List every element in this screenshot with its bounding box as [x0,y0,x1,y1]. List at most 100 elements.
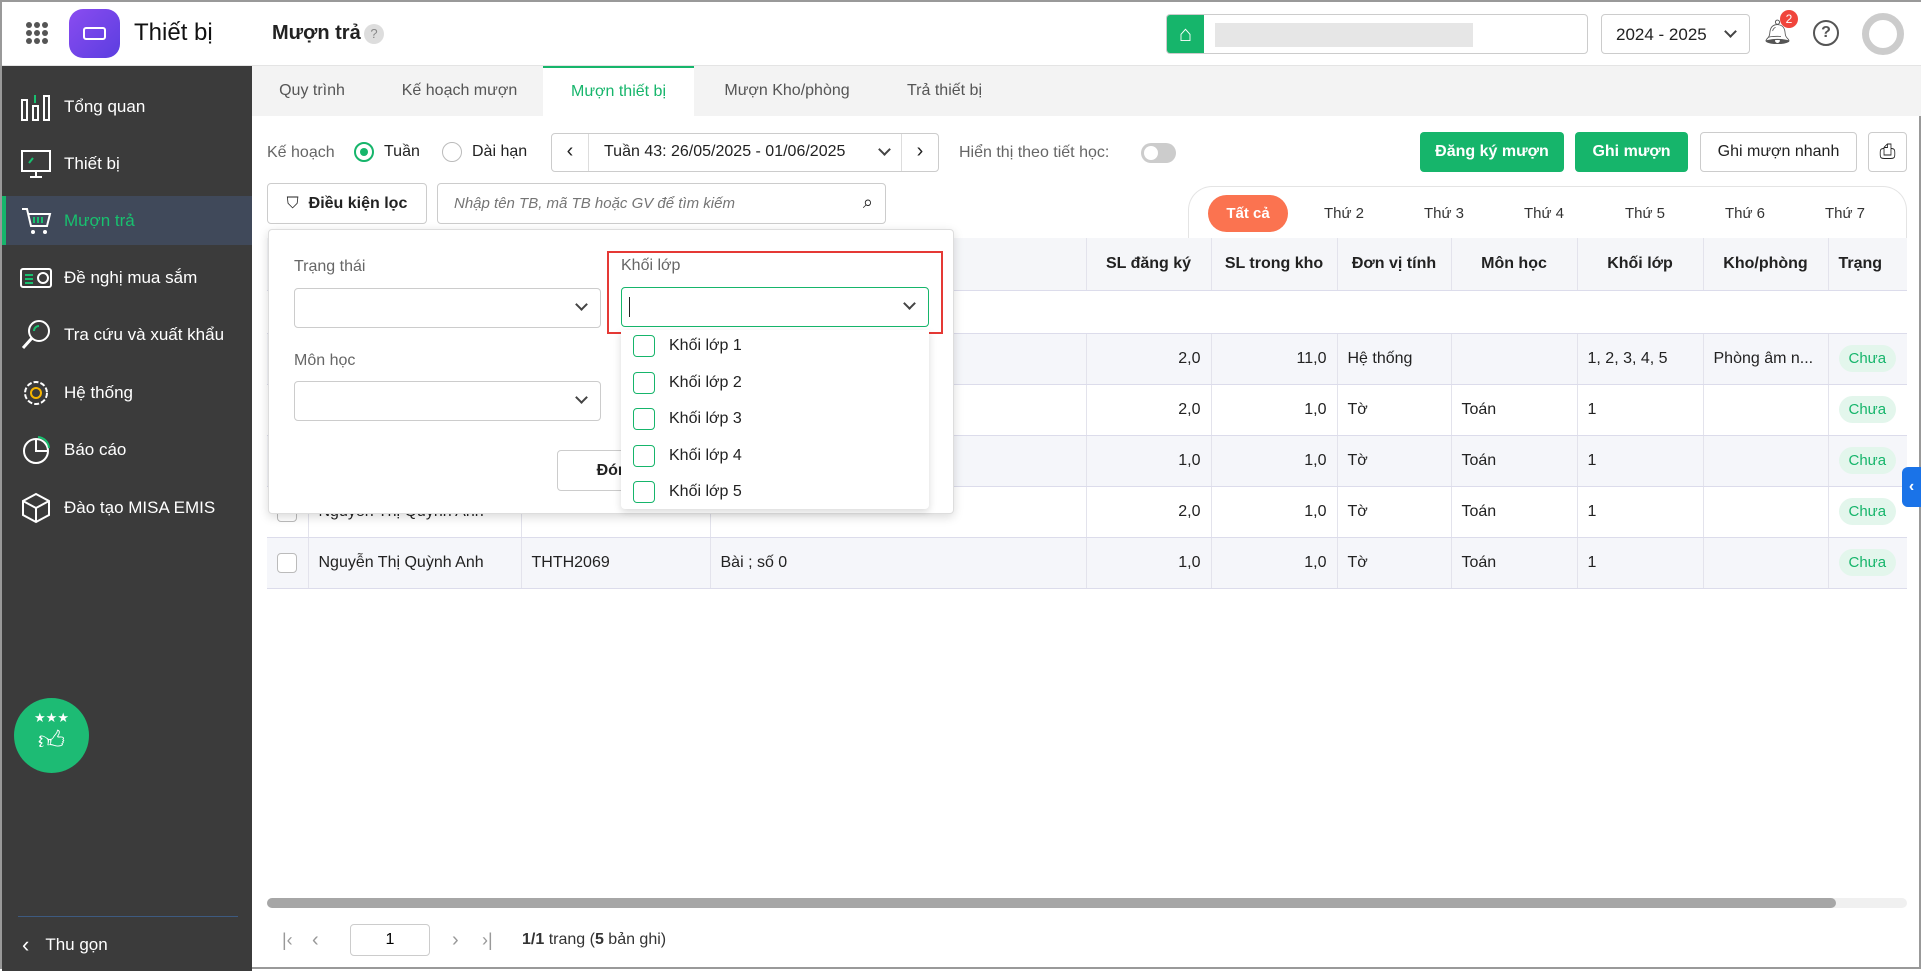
grade-option[interactable]: Khối lớp 2 [633,371,742,394]
checkbox-icon[interactable] [633,444,655,467]
checkbox[interactable] [277,552,297,573]
checkbox-icon[interactable] [633,335,655,357]
grade: 1 [1577,537,1704,589]
prev-week-button[interactable]: ‹ [552,134,589,171]
tab-borrow-equipment[interactable]: Mượn thiết bị [543,66,694,116]
sidebar-item-system[interactable]: Hệ thống [2,368,252,418]
unit: Tờ [1337,384,1452,436]
horizontal-scrollbar[interactable] [267,898,1907,908]
col-registered-qty[interactable]: SL đăng ký [1086,238,1212,291]
day-tab-all[interactable]: Tất cả [1208,195,1288,232]
print-button[interactable]: ⎙ [1868,132,1907,172]
help-badge[interactable]: ? [364,24,384,44]
grade-option[interactable]: Khối lớp 1 [633,335,742,357]
unit: Tờ [1337,537,1452,589]
room [1703,486,1829,538]
school-selector[interactable]: ⌂ [1166,14,1588,54]
status-badge: Chưa [1838,396,1897,423]
school-year-select[interactable]: 2024 - 2025 [1601,14,1750,54]
week-select[interactable]: Tuần 43: 26/05/2025 - 01/06/2025 [589,134,901,171]
room [1703,435,1829,487]
register-borrow-button[interactable]: Đăng ký mượn [1420,132,1564,172]
sidebar-item-reports[interactable]: Báo cáo [2,425,252,475]
apps-grid-icon[interactable] [26,22,48,44]
col-status[interactable]: Trạng [1828,238,1907,291]
sidebar-item-borrow-return[interactable]: Mượn trả [2,196,252,245]
checkbox-icon[interactable] [633,371,655,394]
radio-week[interactable]: Tuần [354,142,420,162]
checkbox-icon[interactable] [633,408,655,430]
day-tab-fri[interactable]: Thứ 6 [1695,187,1795,239]
sidebar-item-equipment[interactable]: Thiết bị [2,139,252,189]
collapse-button[interactable]: ‹ Thu gọn [22,932,108,958]
next-page-icon[interactable]: › [452,929,482,952]
tab-borrow-plan[interactable]: Kế hoạch mượn [382,66,537,116]
subject [1451,333,1578,385]
sidebar-item-lookup-export[interactable]: Tra cứu và xuất khẩu [2,310,252,360]
show-by-period-toggle[interactable] [1141,143,1176,163]
registered-qty: 2,0 [1086,486,1212,538]
chevron-down-icon [575,298,588,311]
grade-option[interactable]: Khối lớp 4 [633,444,742,467]
home-icon: ⌂ [1167,15,1204,53]
unit: Hệ thống [1337,333,1452,385]
radio-long-term[interactable]: Dài hạn [442,142,527,162]
subject-select[interactable] [294,381,601,421]
sidebar-item-training[interactable]: Đào tạo MISA EMIS [2,483,252,533]
radio-checked-icon [354,142,374,162]
pagination: |‹ ‹ › ›| 1/1 trang (5 bản ghi) [282,923,666,957]
search-input[interactable] [438,184,838,223]
unit: Tờ [1337,486,1452,538]
status-badge: Chưa [1828,333,1907,385]
grade-option[interactable]: Khối lớp 3 [633,408,742,430]
prev-page-icon[interactable]: ‹ [312,929,350,952]
checkbox-icon[interactable] [633,481,655,503]
teacher-name: Nguyễn Thị Quỳnh Anh [308,537,522,589]
status-select[interactable] [294,288,601,328]
tab-return-equipment[interactable]: Trả thiết bị [872,66,1017,116]
sidebar-item-overview[interactable]: Tổng quan [2,82,252,132]
day-tab-tue[interactable]: Thứ 3 [1394,187,1494,239]
help-icon[interactable]: ? [1813,20,1839,46]
col-subject[interactable]: Môn học [1451,238,1578,291]
app-logo [69,9,120,58]
search-icon[interactable]: ⌕ [863,192,873,213]
filter-button[interactable]: ⛉ Điều kiện lọc [267,183,427,224]
row-checkbox[interactable] [267,537,309,589]
page-input[interactable] [350,924,430,956]
record-borrow-button[interactable]: Ghi mượn [1575,132,1688,172]
day-tab-mon[interactable]: Thứ 2 [1294,187,1394,239]
day-tab-thu[interactable]: Thứ 5 [1595,187,1695,239]
day-tab-wed[interactable]: Thứ 4 [1494,187,1594,239]
grade-select[interactable] [621,287,929,327]
status-badge: Chưa [1828,384,1907,436]
page-title: Mượn trả [272,22,361,44]
next-week-button[interactable]: › [901,134,938,171]
table-row[interactable]: Nguyễn Thị Quỳnh Anh THTH2069 Bài ; số 0 1,… [267,537,1907,589]
first-page-icon[interactable]: |‹ [282,930,312,951]
grade-option[interactable]: Khối lớp 5 [633,481,742,503]
rating-button[interactable]: ★★★ 👍︎ [14,698,89,773]
cart-icon [18,203,54,239]
subject-label: Môn học [294,352,356,369]
quick-record-button[interactable]: Ghi mượn nhanh [1700,132,1857,172]
week-picker: ‹ Tuần 43: 26/05/2025 - 01/06/2025 › [551,133,939,172]
sidebar: Tổng quan Thiết bị Mượn trả Đề nghị mua … [2,66,252,971]
sidebar-item-purchase-request[interactable]: Đề nghị mua sắm [2,253,252,303]
tab-process[interactable]: Quy trình [252,66,372,116]
stars-icon: ★★★ [34,710,69,725]
monitor-icon [18,146,54,182]
collapse-panel-tab[interactable]: ‹ [1902,467,1921,507]
notification-count: 2 [1780,10,1798,28]
col-room[interactable]: Kho/phòng [1703,238,1829,291]
stock-qty: 1,0 [1211,486,1338,538]
day-tab-sat[interactable]: Thứ 7 [1795,187,1895,239]
col-stock-qty[interactable]: SL trong kho [1211,238,1338,291]
avatar[interactable] [1862,13,1904,55]
sidebar-divider [18,916,238,917]
tab-borrow-room[interactable]: Mượn Kho/phòng [712,66,862,116]
plan-label: Kế hoạch [267,144,335,161]
col-grade[interactable]: Khối lớp [1577,238,1704,291]
last-page-icon[interactable]: ›| [482,930,522,951]
col-unit[interactable]: Đơn vị tính [1337,238,1452,291]
